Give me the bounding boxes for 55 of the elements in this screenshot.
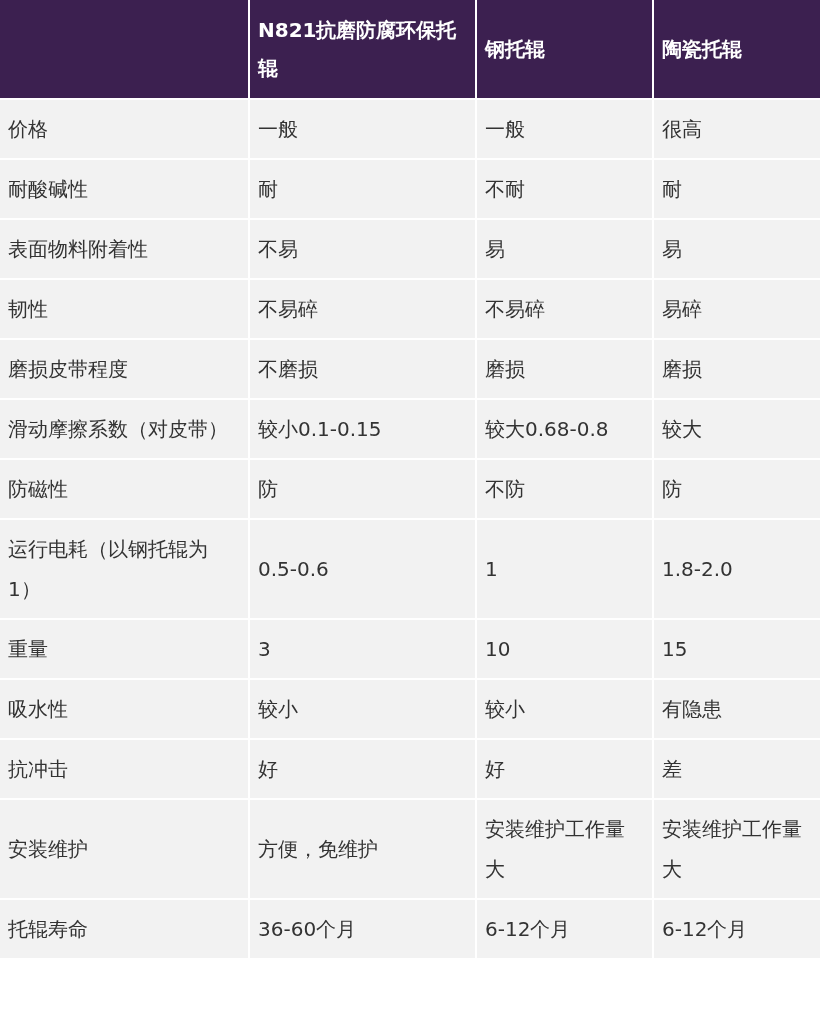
table-cell: 防	[250, 460, 475, 518]
table-cell: 不易	[250, 220, 475, 278]
table-cell: 不易碎	[250, 280, 475, 338]
table-cell: 方便，免维护	[250, 800, 475, 898]
table-cell: 一般	[477, 100, 652, 158]
table-cell: 较小0.1-0.15	[250, 400, 475, 458]
table-cell: 易碎	[654, 280, 820, 338]
table-cell: 6-12个月	[654, 900, 820, 958]
row-header: 韧性	[0, 280, 248, 338]
table-cell: 36-60个月	[250, 900, 475, 958]
column-header: 陶瓷托辊	[662, 37, 742, 61]
row-header: 安装维护	[0, 800, 248, 898]
table-cell: 易	[654, 220, 820, 278]
row-header: 运行电耗（以钢托辊为1）	[0, 520, 248, 618]
table-cell: 易	[477, 220, 652, 278]
table-cell: 磨损	[654, 340, 820, 398]
row-header: 磨损皮带程度	[0, 340, 248, 398]
table-cell: 15	[654, 620, 820, 678]
table-cell: 较小	[250, 680, 475, 738]
table-cell: 差	[654, 740, 820, 798]
row-header: 耐酸碱性	[0, 160, 248, 218]
column-header: N821抗磨防腐环保托辊	[258, 18, 457, 80]
row-header: 防磁性	[0, 460, 248, 518]
table-cell: 0.5-0.6	[250, 520, 475, 618]
table-cell: 耐	[654, 160, 820, 218]
row-header: 吸水性	[0, 680, 248, 738]
column-header: 钢托辊	[485, 37, 545, 61]
table-cell: 磨损	[477, 340, 652, 398]
table-cell: 不防	[477, 460, 652, 518]
table-cell: 3	[250, 620, 475, 678]
row-header: 重量	[0, 620, 248, 678]
row-header: 价格	[0, 100, 248, 158]
table-cell: 10	[477, 620, 652, 678]
table-cell: 防	[654, 460, 820, 518]
row-header: 滑动摩擦系数（对皮带）	[0, 400, 248, 458]
table-cell: 好	[477, 740, 652, 798]
table-cell: 1.8-2.0	[654, 520, 820, 618]
table-cell: 较大	[654, 400, 820, 458]
row-header: 表面物料附着性	[0, 220, 248, 278]
table-cell: 不耐	[477, 160, 652, 218]
row-header: 抗冲击	[0, 740, 248, 798]
table-cell: 安装维护工作量大	[477, 800, 652, 898]
table-cell: 1	[477, 520, 652, 618]
table-cell: 较小	[477, 680, 652, 738]
table-cell: 好	[250, 740, 475, 798]
table-cell: 很高	[654, 100, 820, 158]
table-cell: 一般	[250, 100, 475, 158]
table-cell: 较大0.68-0.8	[477, 400, 652, 458]
table-cell: 有隐患	[654, 680, 820, 738]
table-cell: 耐	[250, 160, 475, 218]
table-cell: 不磨损	[250, 340, 475, 398]
row-header: 托辊寿命	[0, 900, 248, 958]
table-cell: 6-12个月	[477, 900, 652, 958]
table-cell: 安装维护工作量大	[654, 800, 820, 898]
table-cell: 不易碎	[477, 280, 652, 338]
